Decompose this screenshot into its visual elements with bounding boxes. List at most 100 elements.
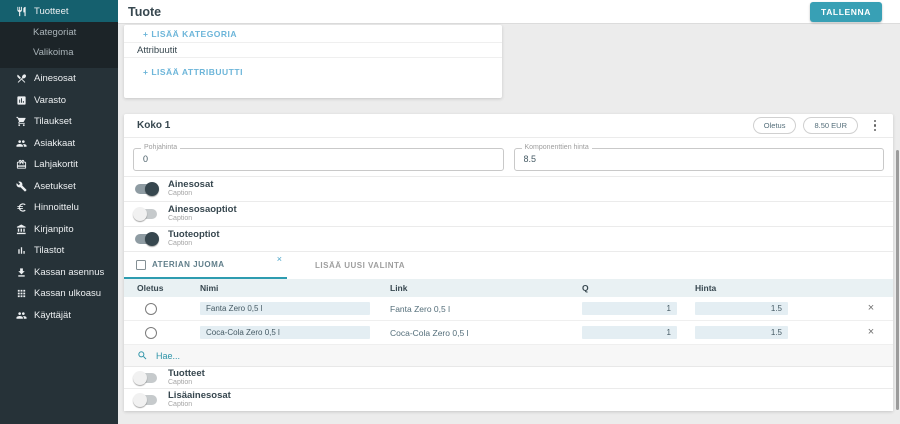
ainesosat-toggle[interactable] — [133, 184, 159, 194]
sidebar-item-label: Tuotteet — [34, 6, 69, 17]
bank-icon — [15, 223, 27, 235]
option-qty-input[interactable] — [582, 326, 677, 339]
default-radio[interactable] — [145, 303, 157, 315]
sidebar-item-tuotteet[interactable]: Tuotteet — [0, 0, 118, 22]
default-radio[interactable] — [145, 327, 157, 339]
content-area: + LISÄÄ KATEGORIA Attribuutit + LISÄÄ AT… — [118, 24, 900, 424]
add-attribute-link[interactable]: + LISÄÄ ATTRIBUUTTI — [143, 67, 243, 77]
sidebar-item-kassan-ulkoasu[interactable]: Kassan ulkoasu — [0, 283, 118, 305]
attributes-section-label: Attribuutit — [137, 45, 177, 56]
sidebar-item-label: Kassan ulkoasu — [34, 288, 101, 299]
utensils-icon — [15, 5, 27, 17]
sidebar-item-varasto[interactable]: Varasto — [0, 90, 118, 112]
sidebar-item-kategoriat[interactable]: Kategoriat — [0, 22, 118, 42]
sidebar-item-label: Asiakkaat — [34, 138, 75, 149]
tab-checkbox[interactable] — [136, 260, 146, 270]
save-button[interactable]: TALLENNA — [810, 2, 882, 22]
sidebar-item-asiakkaat[interactable]: Asiakkaat — [0, 133, 118, 155]
option-price-input[interactable] — [695, 302, 788, 315]
toggle-row-tuotteet: Tuotteet Caption — [124, 367, 893, 389]
table-row: Fanta Zero 0,5 l × — [124, 297, 893, 321]
remove-row-icon[interactable]: × — [868, 327, 874, 338]
sidebar-item-hinnoittelu[interactable]: Hinnoittelu — [0, 197, 118, 219]
sidebar-item-lahjakortit[interactable]: Lahjakortit — [0, 154, 118, 176]
toggle-label: Ainesosaoptiot — [168, 205, 237, 215]
toggle-label: Tuoteoptiot — [168, 230, 220, 240]
size-card-header: Koko 1 Oletus 8.50 EUR — [124, 114, 893, 138]
toggle-caption: Caption — [168, 240, 220, 248]
sidebar-item-kirjanpito[interactable]: Kirjanpito — [0, 219, 118, 241]
sidebar-item-asetukset[interactable]: Asetukset — [0, 176, 118, 198]
toggle-caption: Caption — [168, 215, 237, 223]
sidebar-item-label: Käyttäjät — [34, 310, 71, 321]
sidebar-item-label: Valikoima — [33, 47, 73, 58]
column-header-q: Q — [582, 283, 695, 293]
main-area: Tuote TALLENNA + LISÄÄ KATEGORIA Attribu… — [118, 0, 900, 424]
tuoteoptiot-toggle[interactable] — [133, 234, 159, 244]
add-category-link[interactable]: + LISÄÄ KATEGORIA — [143, 29, 237, 39]
size-card: Koko 1 Oletus 8.50 EUR Pohjahinta Kompon… — [124, 114, 893, 411]
base-price-input[interactable] — [134, 149, 503, 170]
toggle-row-lisaainesosat: Lisäainesosat Caption — [124, 389, 893, 411]
base-price-label: Pohjahinta — [141, 144, 180, 151]
price-inputs-row: Pohjahinta Komponenttien hinta — [124, 138, 893, 177]
column-header-oletus: Oletus — [124, 283, 200, 293]
sidebar-item-ainesosat[interactable]: Ainesosat — [0, 68, 118, 90]
tab-label: ATERIAN JUOMA — [152, 260, 225, 269]
remove-row-icon[interactable]: × — [868, 303, 874, 314]
sidebar-item-kayttajat[interactable]: Käyttäjät — [0, 305, 118, 327]
option-qty-input[interactable] — [582, 302, 677, 315]
add-option-tab[interactable]: LISÄÄ UUSI VALINTA — [287, 252, 405, 279]
option-search-row — [124, 345, 893, 367]
default-pill-button[interactable]: Oletus — [753, 117, 797, 134]
sidebar: Tuotteet Kategoriat Valikoima Ainesosat … — [0, 0, 118, 424]
vertical-scrollbar[interactable] — [896, 150, 899, 410]
toggle-label: Tuotteet — [168, 369, 205, 379]
price-pill-button[interactable]: 8.50 EUR — [803, 117, 858, 134]
option-price-input[interactable] — [695, 326, 788, 339]
sidebar-item-label: Lahjakortit — [34, 159, 78, 170]
sidebar-item-label: Asetukset — [34, 181, 76, 192]
bar-chart-icon — [15, 245, 27, 257]
toggle-caption: Caption — [168, 379, 205, 387]
component-price-label: Komponenttien hinta — [522, 144, 592, 151]
table-row: Coca-Cola Zero 0,5 l × — [124, 321, 893, 345]
toggle-caption: Caption — [168, 401, 231, 409]
sidebar-item-valikoima[interactable]: Valikoima — [0, 42, 118, 62]
sidebar-item-label: Tilaukset — [34, 116, 72, 127]
lisaainesosat-toggle[interactable] — [133, 395, 159, 405]
sidebar-item-label: Kategoriat — [33, 27, 76, 38]
customers-icon — [15, 137, 27, 149]
component-price-input[interactable] — [515, 149, 884, 170]
top-bar: Tuote TALLENNA — [118, 0, 900, 24]
attributes-card: + LISÄÄ KATEGORIA Attribuutit + LISÄÄ AT… — [124, 25, 502, 98]
search-icon — [137, 350, 148, 361]
sidebar-item-label: Varasto — [34, 95, 66, 106]
option-name-input[interactable] — [200, 326, 370, 339]
option-tabs: ATERIAN JUOMA × LISÄÄ UUSI VALINTA — [124, 252, 893, 279]
sidebar-submenu: Kategoriat Valikoima — [0, 22, 118, 68]
search-input[interactable] — [156, 351, 356, 361]
sidebar-item-label: Kassan asennus — [34, 267, 104, 278]
options-table-header: Oletus Nimi Link Q Hinta — [124, 279, 893, 297]
wrench-icon — [15, 180, 27, 192]
toggle-row-ainesosat: Ainesosat Caption — [124, 177, 893, 202]
sidebar-item-tilastot[interactable]: Tilastot — [0, 240, 118, 262]
sidebar-item-label: Tilastot — [34, 245, 64, 256]
component-price-field: Komponenttien hinta — [514, 148, 885, 171]
sidebar-item-label: Hinnoittelu — [34, 202, 79, 213]
option-name-input[interactable] — [200, 302, 370, 315]
gift-card-icon — [15, 159, 27, 171]
users-icon — [15, 309, 27, 321]
euro-icon — [15, 202, 27, 214]
tab-aterian-juoma[interactable]: ATERIAN JUOMA × — [124, 252, 287, 279]
sidebar-item-kassan-asennus[interactable]: Kassan asennus — [0, 262, 118, 284]
size-title: Koko 1 — [137, 120, 170, 131]
sidebar-item-tilaukset[interactable]: Tilaukset — [0, 111, 118, 133]
toggle-caption: Caption — [168, 190, 213, 198]
toggle-label: Lisäainesosat — [168, 391, 231, 401]
close-tab-icon[interactable]: × — [277, 255, 282, 264]
kebab-menu-icon[interactable] — [868, 118, 882, 134]
tuotteet-toggle[interactable] — [133, 373, 159, 383]
ainesosaoptiot-toggle[interactable] — [133, 209, 159, 219]
